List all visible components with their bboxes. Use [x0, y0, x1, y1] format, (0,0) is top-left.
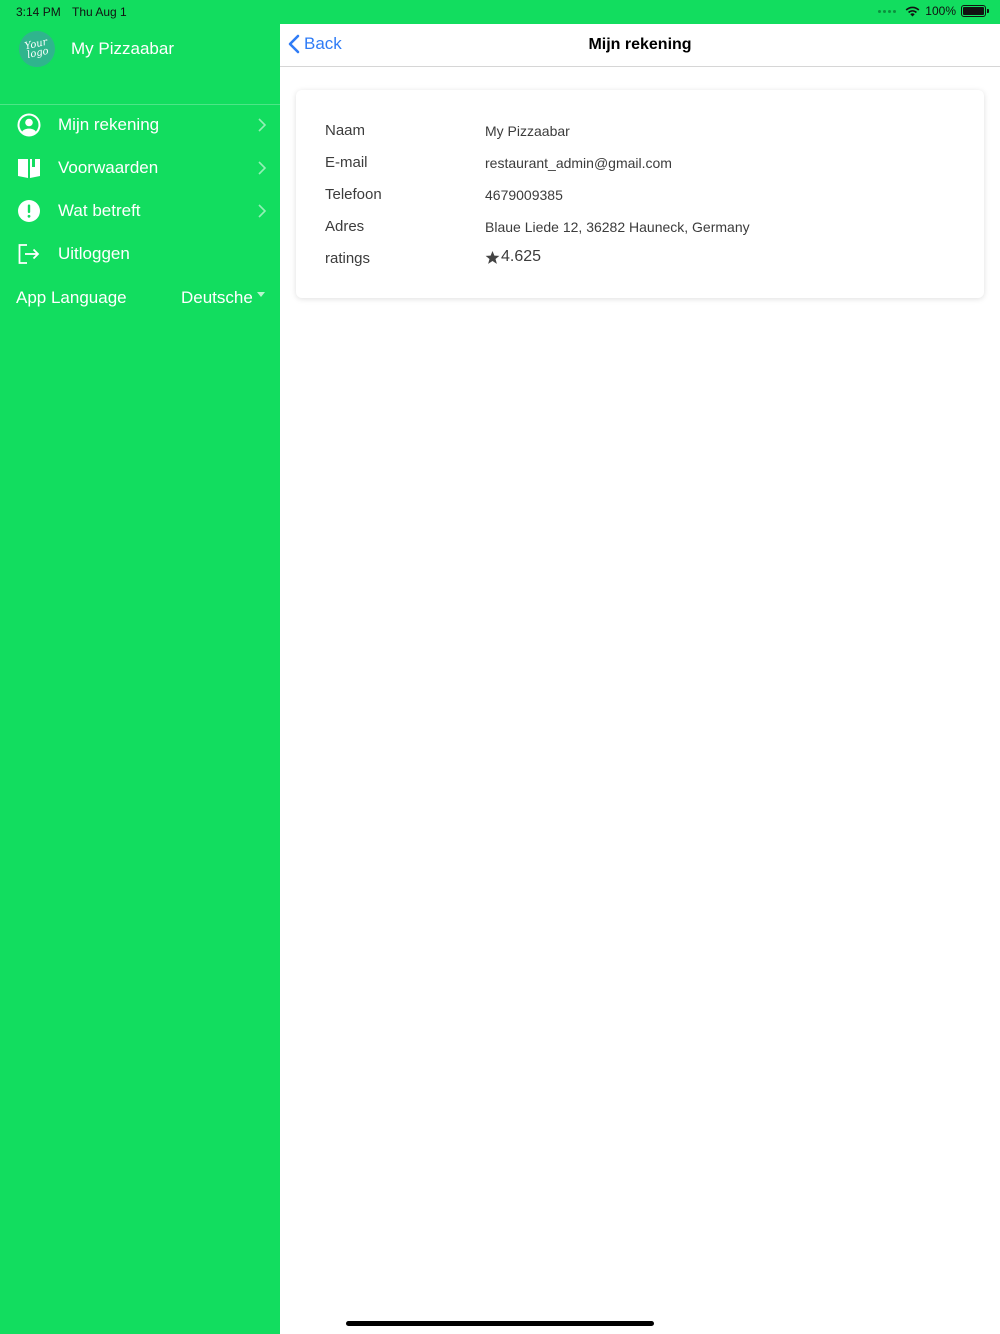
language-label: App Language	[16, 288, 127, 307]
sidebar: Your logo My Pizzaabar Mijn rekening Voor…	[0, 24, 280, 1334]
account-row-ratings: ratings 4.625	[325, 248, 965, 274]
account-row-name: Naam My Pizzaabar	[325, 122, 965, 146]
sidebar-item-label: Voorwaarden	[58, 158, 159, 177]
rating-number: 4.625	[501, 248, 542, 265]
sidebar-item-label: Uitloggen	[58, 244, 130, 263]
sidebar-item-label: Mijn rekening	[58, 115, 160, 134]
brand-name: My Pizzaabar	[71, 39, 174, 58]
account-card: Naam My Pizzaabar E-mail restaurant_admi…	[296, 90, 984, 298]
field-value: Blaue Liede 12, 36282 Hauneck, Germany	[485, 219, 750, 235]
page-title: Mijn rekening	[588, 36, 692, 53]
chevron-right-icon	[258, 161, 267, 175]
user-circle-icon	[17, 113, 41, 137]
field-label: Adres	[325, 218, 365, 235]
rating-value: 4.625	[485, 248, 541, 266]
account-row-phone: Telefoon 4679009385	[325, 186, 965, 210]
wifi-icon	[905, 6, 920, 16]
chevron-right-icon	[258, 118, 267, 132]
field-label: E-mail	[325, 154, 368, 171]
book-icon	[17, 156, 41, 180]
chevron-right-icon	[258, 204, 267, 218]
status-right: 100%	[878, 4, 989, 18]
sidebar-item-wat-betreft[interactable]: Wat betreft	[0, 191, 280, 231]
account-row-address: Adres Blaue Liede 12, 36282 Hauneck, Ger…	[325, 218, 965, 242]
main-panel: Back Mijn rekening Naam My Pizzaabar E-m…	[280, 24, 1000, 1334]
field-label: Naam	[325, 122, 366, 139]
field-label: ratings	[325, 250, 371, 267]
navigation-bar: Back Mijn rekening	[280, 24, 1000, 67]
chevron-down-icon[interactable]	[257, 292, 265, 297]
field-value: My Pizzaabar	[485, 123, 570, 139]
field-value: restaurant_admin@gmail.com	[485, 155, 672, 171]
home-indicator	[346, 1321, 654, 1326]
status-date: Thu Aug 1	[72, 5, 127, 19]
status-bar: 3:14 PM Thu Aug 1 100%	[0, 0, 1000, 24]
signal-dots-icon	[878, 9, 897, 13]
sidebar-item-mijn-rekening[interactable]: Mijn rekening	[0, 105, 280, 145]
info-circle-icon	[17, 199, 41, 223]
star-icon	[485, 250, 500, 264]
logo: Your logo	[15, 27, 59, 71]
battery-icon	[961, 5, 989, 17]
language-select[interactable]: Deutsche	[181, 288, 253, 308]
logout-icon	[17, 242, 41, 266]
field-value: 4679009385	[485, 187, 563, 203]
sidebar-item-uitloggen[interactable]: Uitloggen	[0, 234, 280, 274]
field-label: Telefoon	[325, 186, 382, 203]
sidebar-item-label: Wat betreft	[58, 201, 141, 220]
sidebar-item-voorwaarden[interactable]: Voorwaarden	[0, 148, 280, 188]
account-row-email: E-mail restaurant_admin@gmail.com	[325, 154, 965, 178]
status-time: 3:14 PM	[16, 5, 61, 19]
battery-percent: 100%	[925, 4, 956, 18]
